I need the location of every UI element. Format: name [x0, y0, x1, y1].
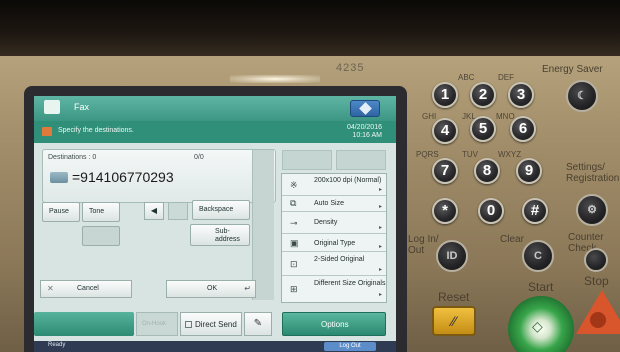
key-4[interactable]: 4 — [432, 118, 458, 144]
key-star[interactable]: * — [432, 198, 458, 224]
on-hook-button: On-Hook — [136, 312, 178, 336]
disabled-key — [82, 226, 120, 246]
size-icon: ⧉ — [290, 198, 297, 208]
ok-button[interactable]: OK ↵ — [166, 280, 256, 298]
destinations-label: Destinations : 0 — [48, 154, 97, 161]
cursor-left-button[interactable]: ◀ — [144, 202, 164, 220]
settings-registration-button[interactable]: ⚙ — [576, 194, 608, 226]
letters-8: TUV — [462, 150, 478, 159]
key-1[interactable]: 1 — [432, 82, 458, 108]
screen-header: Fax — [34, 96, 396, 121]
key-7[interactable]: 7 — [432, 158, 458, 184]
original-type-setting[interactable]: ▣ Original Type ▸ — [282, 234, 386, 252]
screen-title: Fax — [74, 102, 90, 112]
different-size-icon: ⊞ — [290, 284, 298, 294]
instruction-text: Specify the destinations. — [58, 127, 134, 134]
info-icon — [42, 127, 52, 136]
start-label: Start — [528, 280, 554, 294]
key-hash[interactable]: # — [522, 198, 548, 224]
pen-icon[interactable]: ✎ — [244, 312, 272, 336]
reset-label: Reset — [438, 290, 470, 304]
pause-button[interactable]: Pause — [42, 202, 80, 222]
cube-icon — [359, 102, 372, 115]
close-icon: ✕ — [47, 284, 54, 293]
key-6[interactable]: 6 — [510, 116, 536, 142]
key-9[interactable]: 9 — [516, 158, 542, 184]
destination-scrollbar[interactable] — [252, 150, 274, 300]
date-time: 04/20/2016 10:16 AM — [347, 124, 382, 140]
key-0[interactable]: 0 — [478, 198, 504, 224]
model-number: 4235 — [336, 62, 365, 74]
stop-label: Stop — [584, 274, 609, 288]
density-icon: ⊸ — [290, 218, 298, 228]
light-reflection — [230, 75, 320, 83]
size-setting[interactable]: ⧉ Auto Size ▸ — [282, 196, 386, 212]
counter-check-button[interactable] — [584, 248, 608, 272]
moon-icon: ☾ — [577, 90, 587, 102]
return-icon: ↵ — [244, 284, 251, 293]
checkbox-icon — [185, 321, 192, 328]
energy-saver-label: Energy Saver — [542, 64, 603, 75]
status-text: Ready — [48, 342, 66, 348]
letters-3: DEF — [498, 73, 514, 82]
backspace-button[interactable]: Backspace — [192, 200, 250, 220]
resolution-setting[interactable]: ※ 200x100 dpi (Normal) ▸ — [282, 174, 386, 196]
tone-button[interactable]: Tone — [82, 202, 120, 222]
instruction-bar: Specify the destinations. 04/20/2016 10:… — [34, 121, 396, 143]
options-button[interactable]: Options — [282, 312, 386, 336]
cursor-right-button[interactable] — [168, 202, 188, 220]
gear-icon: ⚙ — [587, 204, 597, 216]
two-sided-setting[interactable]: ⊡ 2-Sided Original ▸ — [282, 252, 386, 276]
settings-registration-label: Settings/ Registration — [566, 162, 620, 184]
log-in-out-button[interactable]: ID — [436, 240, 468, 272]
energy-saver-button[interactable]: ☾ — [566, 80, 598, 112]
density-setting[interactable]: ⊸ Density ▸ — [282, 214, 386, 234]
machine-top-edge — [0, 0, 620, 60]
subaddress-button[interactable]: Sub-address — [190, 224, 250, 246]
letters-9: WXYZ — [498, 150, 522, 159]
detailed-info-button — [282, 150, 332, 170]
fax-destination-icon — [50, 172, 68, 183]
different-size-setting[interactable]: ⊞ Different Size Originals ▸ — [282, 276, 386, 302]
clear-label: Clear — [500, 234, 524, 245]
key-2[interactable]: 2 — [470, 82, 496, 108]
clear-button[interactable]: C — [522, 240, 554, 272]
cancel-button[interactable]: ✕ Cancel — [40, 280, 132, 298]
start-diamond-icon: ◇ — [532, 318, 543, 334]
letters-2: ABC — [458, 73, 475, 82]
logout-button[interactable]: Log Out — [324, 342, 376, 351]
bottom-left-panel — [34, 312, 134, 336]
settings-list: ※ 200x100 dpi (Normal) ▸ ⧉ Auto Size ▸ ⊸… — [281, 173, 387, 303]
two-sided-icon: ⊡ — [290, 259, 298, 269]
date: 04/20/2016 — [346, 124, 382, 131]
destination-number: =914106770293 — [72, 169, 174, 185]
key-8[interactable]: 8 — [474, 158, 500, 184]
fax-icon — [44, 100, 60, 114]
recent-settings-button — [336, 150, 386, 170]
destinations-count: 0/0 — [194, 154, 204, 161]
stop-icon — [590, 312, 606, 328]
direct-send-toggle[interactable]: Direct Send — [180, 312, 242, 336]
main-menu-button[interactable] — [350, 100, 380, 117]
letters-7: PQRS — [416, 150, 439, 159]
original-type-icon: ▣ — [290, 238, 299, 248]
key-3[interactable]: 3 — [508, 82, 534, 108]
reset-button[interactable]: ⁄⁄ — [432, 306, 476, 336]
resolution-icon: ※ — [290, 180, 298, 190]
reset-icon: ⁄⁄ — [451, 313, 457, 329]
key-5[interactable]: 5 — [470, 116, 496, 142]
status-bar: Ready Log Out — [34, 341, 396, 352]
time: 10:16 AM — [352, 132, 382, 139]
touch-screen: Fax Specify the destinations. 04/20/2016… — [34, 96, 396, 352]
